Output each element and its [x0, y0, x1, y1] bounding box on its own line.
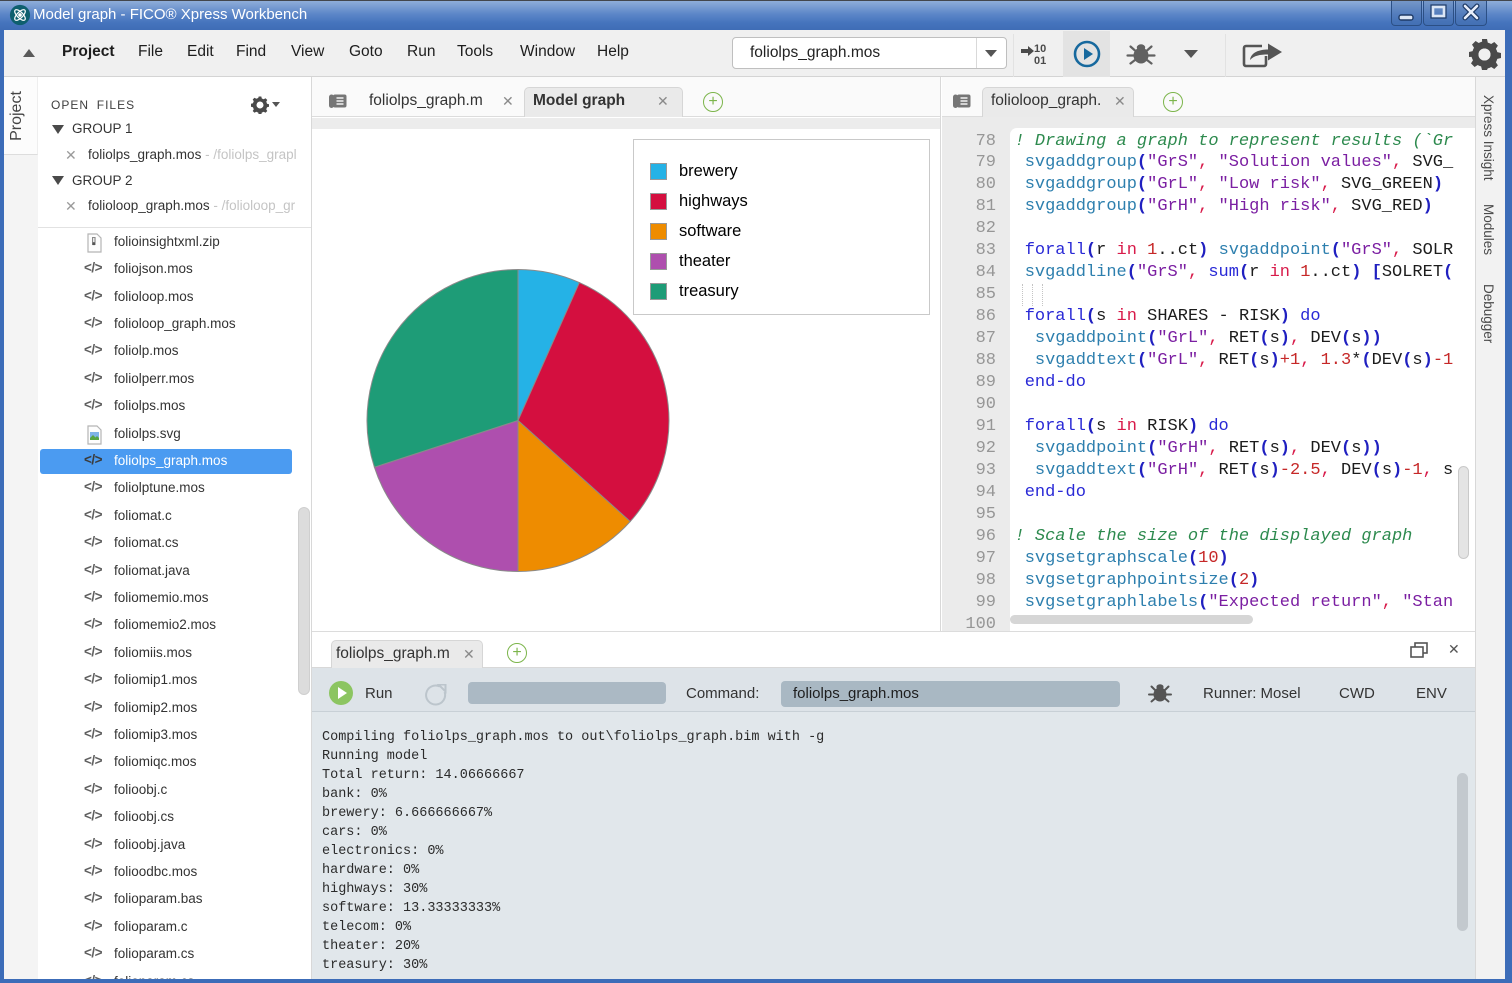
- svg-text:10: 10: [1034, 43, 1046, 55]
- svg-text:01: 01: [1034, 55, 1046, 67]
